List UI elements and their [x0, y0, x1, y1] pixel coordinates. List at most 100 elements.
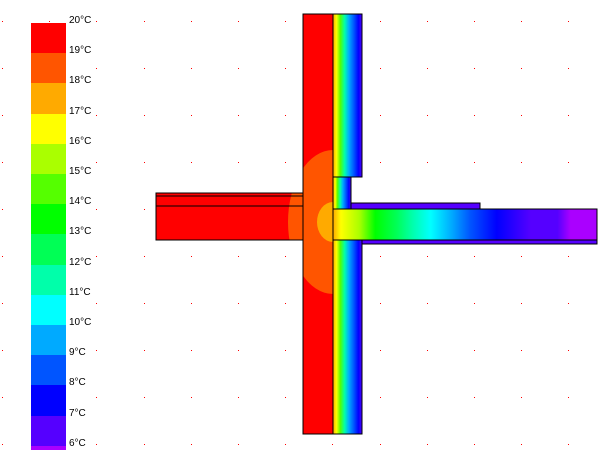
grid-dot — [380, 256, 381, 257]
legend-label: 10°C — [69, 317, 92, 328]
legend-color-band — [31, 143, 66, 175]
grid-dot — [427, 21, 428, 22]
grid-dot — [144, 21, 145, 22]
legend-color-band — [31, 264, 66, 296]
grid-dot — [285, 350, 286, 351]
legend-color-band — [31, 294, 66, 326]
grid-dot — [2, 350, 3, 351]
legend-color-band — [31, 415, 66, 447]
grid-dot — [238, 350, 239, 351]
grid-dot — [568, 115, 569, 116]
grid-dot — [568, 350, 569, 351]
grid-dot — [191, 21, 192, 22]
grid-dot — [427, 115, 428, 116]
grid-dot — [568, 303, 569, 304]
legend-color-band — [31, 355, 66, 387]
grid-dot — [474, 256, 475, 257]
grid-dot — [568, 68, 569, 69]
legend-label: 20°C — [69, 15, 92, 26]
grid-dot — [191, 444, 192, 445]
grid-dot — [238, 256, 239, 257]
balcony-top-strip — [351, 203, 480, 209]
grid-dot — [96, 303, 97, 304]
legend-color-band — [31, 83, 66, 115]
legend-label: 13°C — [69, 226, 92, 238]
grid-dot — [521, 68, 522, 69]
grid-dot — [2, 21, 3, 22]
grid-dot — [427, 68, 428, 69]
grid-dot — [144, 397, 145, 398]
grid-dot — [285, 115, 286, 116]
grid-dot — [2, 68, 3, 69]
legend-label: 7°C — [69, 407, 86, 419]
grid-dot — [380, 303, 381, 304]
grid-dot — [427, 350, 428, 351]
grid-dot — [144, 256, 145, 257]
grid-dot — [427, 303, 428, 304]
legend-label: 12°C — [69, 256, 92, 268]
grid-dot — [568, 397, 569, 398]
grid-dot — [521, 115, 522, 116]
grid-dot — [380, 21, 381, 22]
legend-color-band — [31, 174, 66, 206]
grid-dot — [285, 21, 286, 22]
grid-dot — [238, 21, 239, 22]
grid-dot — [521, 350, 522, 351]
grid-dot — [144, 209, 145, 210]
legend-label: 15°C — [69, 166, 92, 177]
grid-dot — [49, 21, 50, 22]
legend-color-band — [31, 113, 66, 145]
grid-dot — [2, 209, 3, 210]
grid-dot — [427, 397, 428, 398]
grid-dot — [521, 303, 522, 304]
grid-dot — [521, 256, 522, 257]
grid-dot — [238, 303, 239, 304]
grid-dot — [427, 444, 428, 445]
grid-dot — [191, 68, 192, 69]
legend-color-band — [31, 325, 66, 357]
grid-dot — [380, 68, 381, 69]
grid-dot — [474, 444, 475, 445]
grid-dot — [238, 444, 239, 445]
legend-label: 16°C — [69, 135, 92, 147]
grid-dot — [191, 256, 192, 257]
grid-dot — [568, 444, 569, 445]
grid-dot — [191, 397, 192, 398]
insulation-upper — [333, 14, 362, 177]
grid-dot — [474, 303, 475, 304]
grid-dot — [238, 115, 239, 116]
grid-dot — [474, 68, 475, 69]
grid-dot — [332, 444, 333, 445]
balcony-slab — [333, 209, 597, 240]
grid-dot — [2, 444, 3, 445]
grid-dot — [2, 397, 3, 398]
grid-dot — [380, 444, 381, 445]
insulation-notch — [333, 177, 351, 209]
grid-dot — [96, 162, 97, 163]
legend-label: 17°C — [69, 105, 92, 117]
grid-dot — [380, 350, 381, 351]
grid-dot — [96, 21, 97, 22]
grid-dot — [96, 209, 97, 210]
legend-color-band — [31, 445, 66, 450]
grid-dot — [474, 397, 475, 398]
grid-dot — [191, 350, 192, 351]
grid-dot — [2, 115, 3, 116]
legend-label: 19°C — [69, 45, 92, 57]
grid-dot — [238, 397, 239, 398]
insulation-lower — [333, 240, 362, 434]
legend-label: 14°C — [69, 196, 92, 208]
grid-dot — [2, 162, 3, 163]
grid-dot — [285, 68, 286, 69]
legend-color-band — [31, 234, 66, 266]
grid-dot — [96, 397, 97, 398]
legend-color-band — [31, 204, 66, 236]
grid-dot — [144, 68, 145, 69]
grid-dot — [96, 444, 97, 445]
grid-dot — [521, 397, 522, 398]
grid-dot — [144, 162, 145, 163]
grid-dot — [427, 256, 428, 257]
legend-label: 9°C — [69, 347, 86, 359]
grid-dot — [568, 256, 569, 257]
grid-dot — [474, 162, 475, 163]
